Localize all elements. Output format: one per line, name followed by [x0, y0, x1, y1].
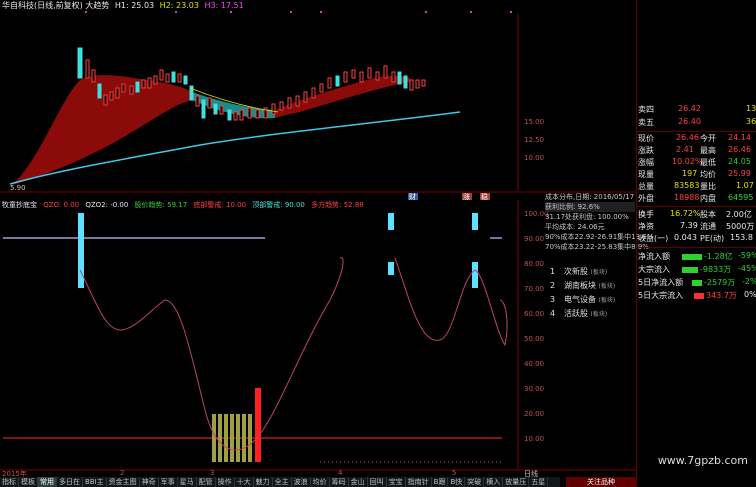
profit-at: 31.17处获利盘: 100.00%: [545, 213, 629, 221]
indicator-tab[interactable]: BBI主: [83, 477, 107, 487]
timeline-month: 5: [452, 469, 457, 477]
ind-axis-30: 30.00: [524, 385, 545, 393]
indicator-tab[interactable]: 神奇: [140, 477, 159, 487]
indicator-tab[interactable]: 回叫: [368, 477, 387, 487]
indicator-tab[interactable]: 波浪: [292, 477, 311, 487]
timeline-month: 2: [120, 469, 125, 477]
indicator-tab[interactable]: B跟: [432, 477, 449, 487]
indicator-name: 牧童抄底宝: [2, 201, 37, 209]
indicator-tab[interactable]: 常用: [38, 477, 57, 487]
ind-axis-90: 90.00: [524, 235, 545, 243]
indicator-tab[interactable]: 魅力: [254, 477, 273, 487]
indicator-tab[interactable]: 均价: [311, 477, 330, 487]
quote-row: 总量 83583 量比 1.07: [638, 181, 754, 191]
watchlist-button[interactable]: 关注品种: [566, 477, 636, 487]
timeline-month: 4: [338, 469, 343, 477]
indicator-tab[interactable]: 全主: [273, 477, 292, 487]
timeline-month: 3: [210, 469, 215, 477]
top-warning-value: 顶部警戒: 90.00: [252, 201, 305, 209]
flow-row: 5日大宗流入 343.7万 0%: [638, 290, 756, 300]
indicator-tab[interactable]: 模板: [19, 477, 38, 487]
quote-row: 涨跌 2.41 最高 26.46: [638, 145, 751, 155]
quote-panel: 卖四 26.42 13 卖五 26.40 36 现价 26.46 今开 24.14 涨…: [636, 0, 756, 487]
indicator-tab[interactable]: 星马: [178, 477, 197, 487]
qzo-value: QZO: 0.00: [43, 201, 80, 209]
indicator-tab[interactable]: 多日在: [57, 477, 83, 487]
flow-row: 大宗流入-9833万-45%: [638, 264, 756, 274]
ind-axis-20: 20.00: [524, 410, 545, 418]
quote-row: 收益(一) 0.043 PE(动) 153.8: [638, 233, 753, 243]
quote-row: 现价 26.46 今开 24.14: [638, 133, 751, 143]
indicator-tab[interactable]: 指标: [0, 477, 19, 487]
cost-date: 成本分布,日期: 2016/05/17: [545, 193, 635, 201]
flow-row: 净流入额-1.28亿-59%: [638, 251, 756, 261]
sector-item[interactable]: 1 次新股 (板块): [550, 266, 636, 280]
ind-axis-10: 10.00: [524, 435, 545, 443]
indicator-tab[interactable]: 十大: [235, 477, 254, 487]
indicator-tab[interactable]: 配管: [197, 477, 216, 487]
sector-item[interactable]: 4 活跃股 (板块): [550, 308, 636, 322]
quote-row: 现量 197 均价 25.99: [638, 169, 751, 179]
indicator-tab[interactable]: 横入: [484, 477, 504, 487]
price-axis-10: 10.00: [524, 154, 545, 162]
marker-cai: 财: [409, 193, 416, 201]
price-axis-12: 12.50: [524, 136, 545, 144]
quote-row: 涨幅 10.02% 最低 24.05: [638, 157, 751, 167]
marker-wen: 稳: [481, 193, 488, 201]
marker-zhang: 涨: [463, 193, 470, 201]
watermark: www.7gpzb.com: [657, 454, 748, 467]
indicator-tab[interactable]: 突破: [465, 477, 485, 487]
cost-90: 90%成本22.92-26.91集中13.6%: [545, 233, 654, 241]
ask5-row: 卖五 26.40 36: [638, 117, 756, 127]
indicator-tab[interactable]: 指南针: [406, 477, 432, 487]
quote-row: 外盘 18988 内盘 64595: [638, 193, 754, 203]
ask4-row: 卖四 26.42 13: [638, 104, 756, 114]
low-price-label: 5.90: [10, 184, 26, 192]
sector-item[interactable]: 2 湖南板块 (板块): [550, 280, 636, 294]
indicator-tab[interactable]: 军事: [159, 477, 178, 487]
bottom-warning-value: 底部警戒: 10.00: [193, 201, 247, 209]
indicator-tab[interactable]: 金山: [349, 477, 368, 487]
flow-row: 5日净流入额-2579万-2%: [638, 277, 756, 287]
indicator-header: 牧童抄底宝 QZO: 0.00 QZO2: -0.00 股价趋势: 59.17 …: [2, 200, 368, 210]
ind-axis-70: 70.00: [524, 285, 545, 293]
price-axis-15: 15.00: [524, 118, 545, 126]
quote-row: 换手 16.72% 股本 2.00亿: [638, 209, 752, 219]
uptrend-band-2: [275, 75, 410, 118]
ind-axis-60: 60.00: [524, 310, 545, 318]
indicator-tab[interactable]: 五星: [529, 477, 549, 487]
indicator-tabs: 指标 模板 常用 多日在 BBI主 资金主图 神奇 军事 星马 配管 操作 十大 魅力 全主 波浪 均价 筹码金…: [0, 477, 560, 487]
avg-cost: 平均成本: 24.06元: [545, 223, 605, 231]
sector-menu: 1 次新股 (板块) 2 湖南板块 (板块) 3 电气设备 (板块) 4 活跃股 (板块…: [550, 266, 636, 322]
quote-row: 净资 7.39 流通 5000万: [638, 221, 755, 231]
top-dots: [85, 11, 512, 13]
bull-trend-value: 多方趋势: 52.88: [311, 201, 364, 209]
cost-distribution-info: 成本分布,日期: 2016/05/17 获利比例: 92.6% 31.17处获利…: [545, 192, 654, 252]
ind-axis-40: 40.00: [524, 360, 545, 368]
indicator-tab[interactable]: 资金主图: [107, 477, 140, 487]
indicator-tab[interactable]: 放量压: [503, 477, 530, 487]
qzo2-value: QZO2: -0.00: [85, 201, 129, 209]
ind-axis-80: 80.00: [524, 260, 545, 268]
trend-curve: [79, 257, 344, 451]
sector-item[interactable]: 3 电气设备 (板块): [550, 294, 636, 308]
indicator-tab[interactable]: 宝宝: [387, 477, 406, 487]
indicator-tab[interactable]: B快: [448, 477, 466, 487]
profit-ratio: 获利比例: 92.6%: [545, 202, 635, 212]
cost-70: 70%成本23.22-25.83集中8.9%: [545, 243, 649, 251]
price-trend-value: 股价趋势: 59.17: [134, 201, 188, 209]
ind-axis-50: 50.00: [524, 335, 545, 343]
uptrend-band: [12, 75, 192, 185]
indicator-tab[interactable]: 操作: [216, 477, 235, 487]
indicator-tab[interactable]: 筹码: [330, 477, 349, 487]
